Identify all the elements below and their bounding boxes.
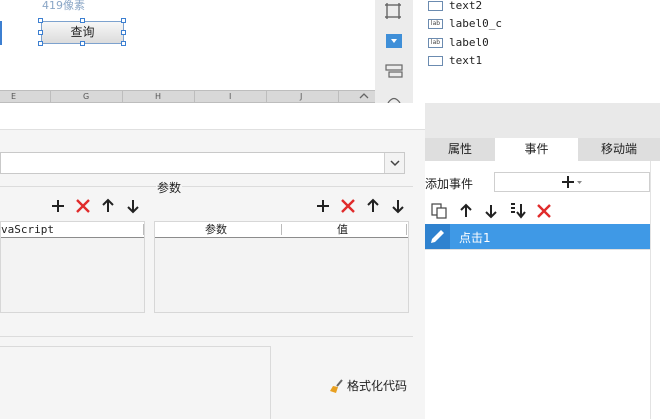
- broom-icon: [329, 378, 345, 395]
- resize-handle[interactable]: [38, 18, 43, 23]
- divider: [650, 161, 651, 419]
- add-icon[interactable]: [50, 198, 66, 214]
- tree-item[interactable]: lab label0: [428, 35, 489, 51]
- column-label[interactable]: E: [11, 91, 16, 103]
- delete-icon[interactable]: [536, 203, 552, 219]
- event-item-label: 点击1: [459, 231, 491, 245]
- tree-item-label: text1: [449, 54, 483, 67]
- move-up-icon[interactable]: [100, 198, 116, 214]
- column-label[interactable]: I: [229, 91, 231, 103]
- list-widget-icon[interactable]: [385, 64, 403, 80]
- tab-properties[interactable]: 属性: [425, 138, 495, 161]
- move-down-icon[interactable]: [483, 203, 499, 219]
- tree-item-label: text2: [449, 0, 483, 12]
- event-toolbar: [425, 199, 660, 223]
- component-tree: text2 lab label0_c lab label0 text1: [413, 0, 660, 103]
- resize-handle[interactable]: [38, 41, 43, 46]
- move-up-icon[interactable]: [458, 203, 474, 219]
- chevron-up-icon[interactable]: [358, 90, 370, 102]
- resize-handle[interactable]: [121, 18, 126, 23]
- move-bottom-icon[interactable]: [509, 202, 527, 220]
- panel-tabs: 属性 事件 移动端: [425, 138, 660, 161]
- column-label[interactable]: H: [155, 91, 161, 103]
- move-down-icon[interactable]: [390, 198, 406, 214]
- tree-item-label: label0: [449, 36, 489, 49]
- add-event-button[interactable]: [494, 172, 650, 192]
- resize-handle[interactable]: [38, 30, 43, 35]
- delete-icon[interactable]: [340, 198, 356, 214]
- format-code-label: 格式化代码: [347, 379, 408, 393]
- format-code-button[interactable]: 格式化代码: [329, 377, 407, 395]
- params-section-label: 参数: [156, 179, 183, 196]
- table-header: 参数 值: [155, 222, 408, 238]
- move-up-icon[interactable]: [365, 198, 381, 214]
- divider: [0, 186, 413, 187]
- column-header: 值: [337, 223, 348, 236]
- select-dropdown-button[interactable]: [384, 153, 404, 173]
- javascript-table[interactable]: vaScript: [0, 221, 145, 313]
- dialog-title-bar[interactable]: [0, 103, 425, 130]
- event-type-select[interactable]: [0, 152, 405, 174]
- tool-strip: [375, 0, 413, 103]
- dropdown-widget-icon[interactable]: [386, 34, 402, 48]
- selection-edge: [0, 21, 2, 45]
- add-icon[interactable]: [315, 198, 331, 214]
- divider: [425, 249, 650, 250]
- column-header: 参数: [205, 223, 227, 236]
- copy-icon[interactable]: [431, 203, 447, 219]
- tree-item[interactable]: lab label0_c: [428, 16, 502, 32]
- size-hint: 419像素: [42, 0, 85, 12]
- textbox-icon: [428, 56, 443, 66]
- move-down-icon[interactable]: [125, 198, 141, 214]
- table-header: vaScript: [1, 222, 144, 238]
- tree-item-label: label0_c: [449, 17, 502, 30]
- delete-icon[interactable]: [75, 198, 91, 214]
- crop-icon[interactable]: [384, 2, 402, 20]
- tab-events[interactable]: 事件: [495, 138, 578, 161]
- design-canvas[interactable]: [0, 0, 375, 90]
- add-icon: [561, 175, 583, 189]
- divider: [0, 336, 413, 337]
- widget-icon[interactable]: [386, 94, 402, 103]
- label-icon: lab: [428, 19, 443, 29]
- chevron-down-icon: [390, 160, 400, 167]
- column-header: vaScript: [1, 223, 54, 236]
- column-label[interactable]: G: [83, 91, 89, 103]
- label-icon: lab: [428, 38, 443, 48]
- code-editor[interactable]: [0, 346, 271, 419]
- tab-mobile[interactable]: 移动端: [578, 138, 660, 161]
- resize-handle[interactable]: [121, 41, 126, 46]
- tree-item[interactable]: text1: [428, 53, 483, 69]
- tree-item[interactable]: text2: [428, 0, 483, 14]
- column-header-row: E G H I J: [0, 90, 375, 103]
- resize-handle[interactable]: [121, 30, 126, 35]
- resize-handle[interactable]: [80, 41, 85, 46]
- add-event-label: 添加事件: [425, 177, 474, 191]
- param-table[interactable]: 参数 值: [154, 221, 409, 313]
- column-label[interactable]: J: [300, 91, 302, 103]
- edit-icon[interactable]: [425, 224, 450, 249]
- textbox-icon: [428, 1, 443, 11]
- resize-handle[interactable]: [80, 18, 85, 23]
